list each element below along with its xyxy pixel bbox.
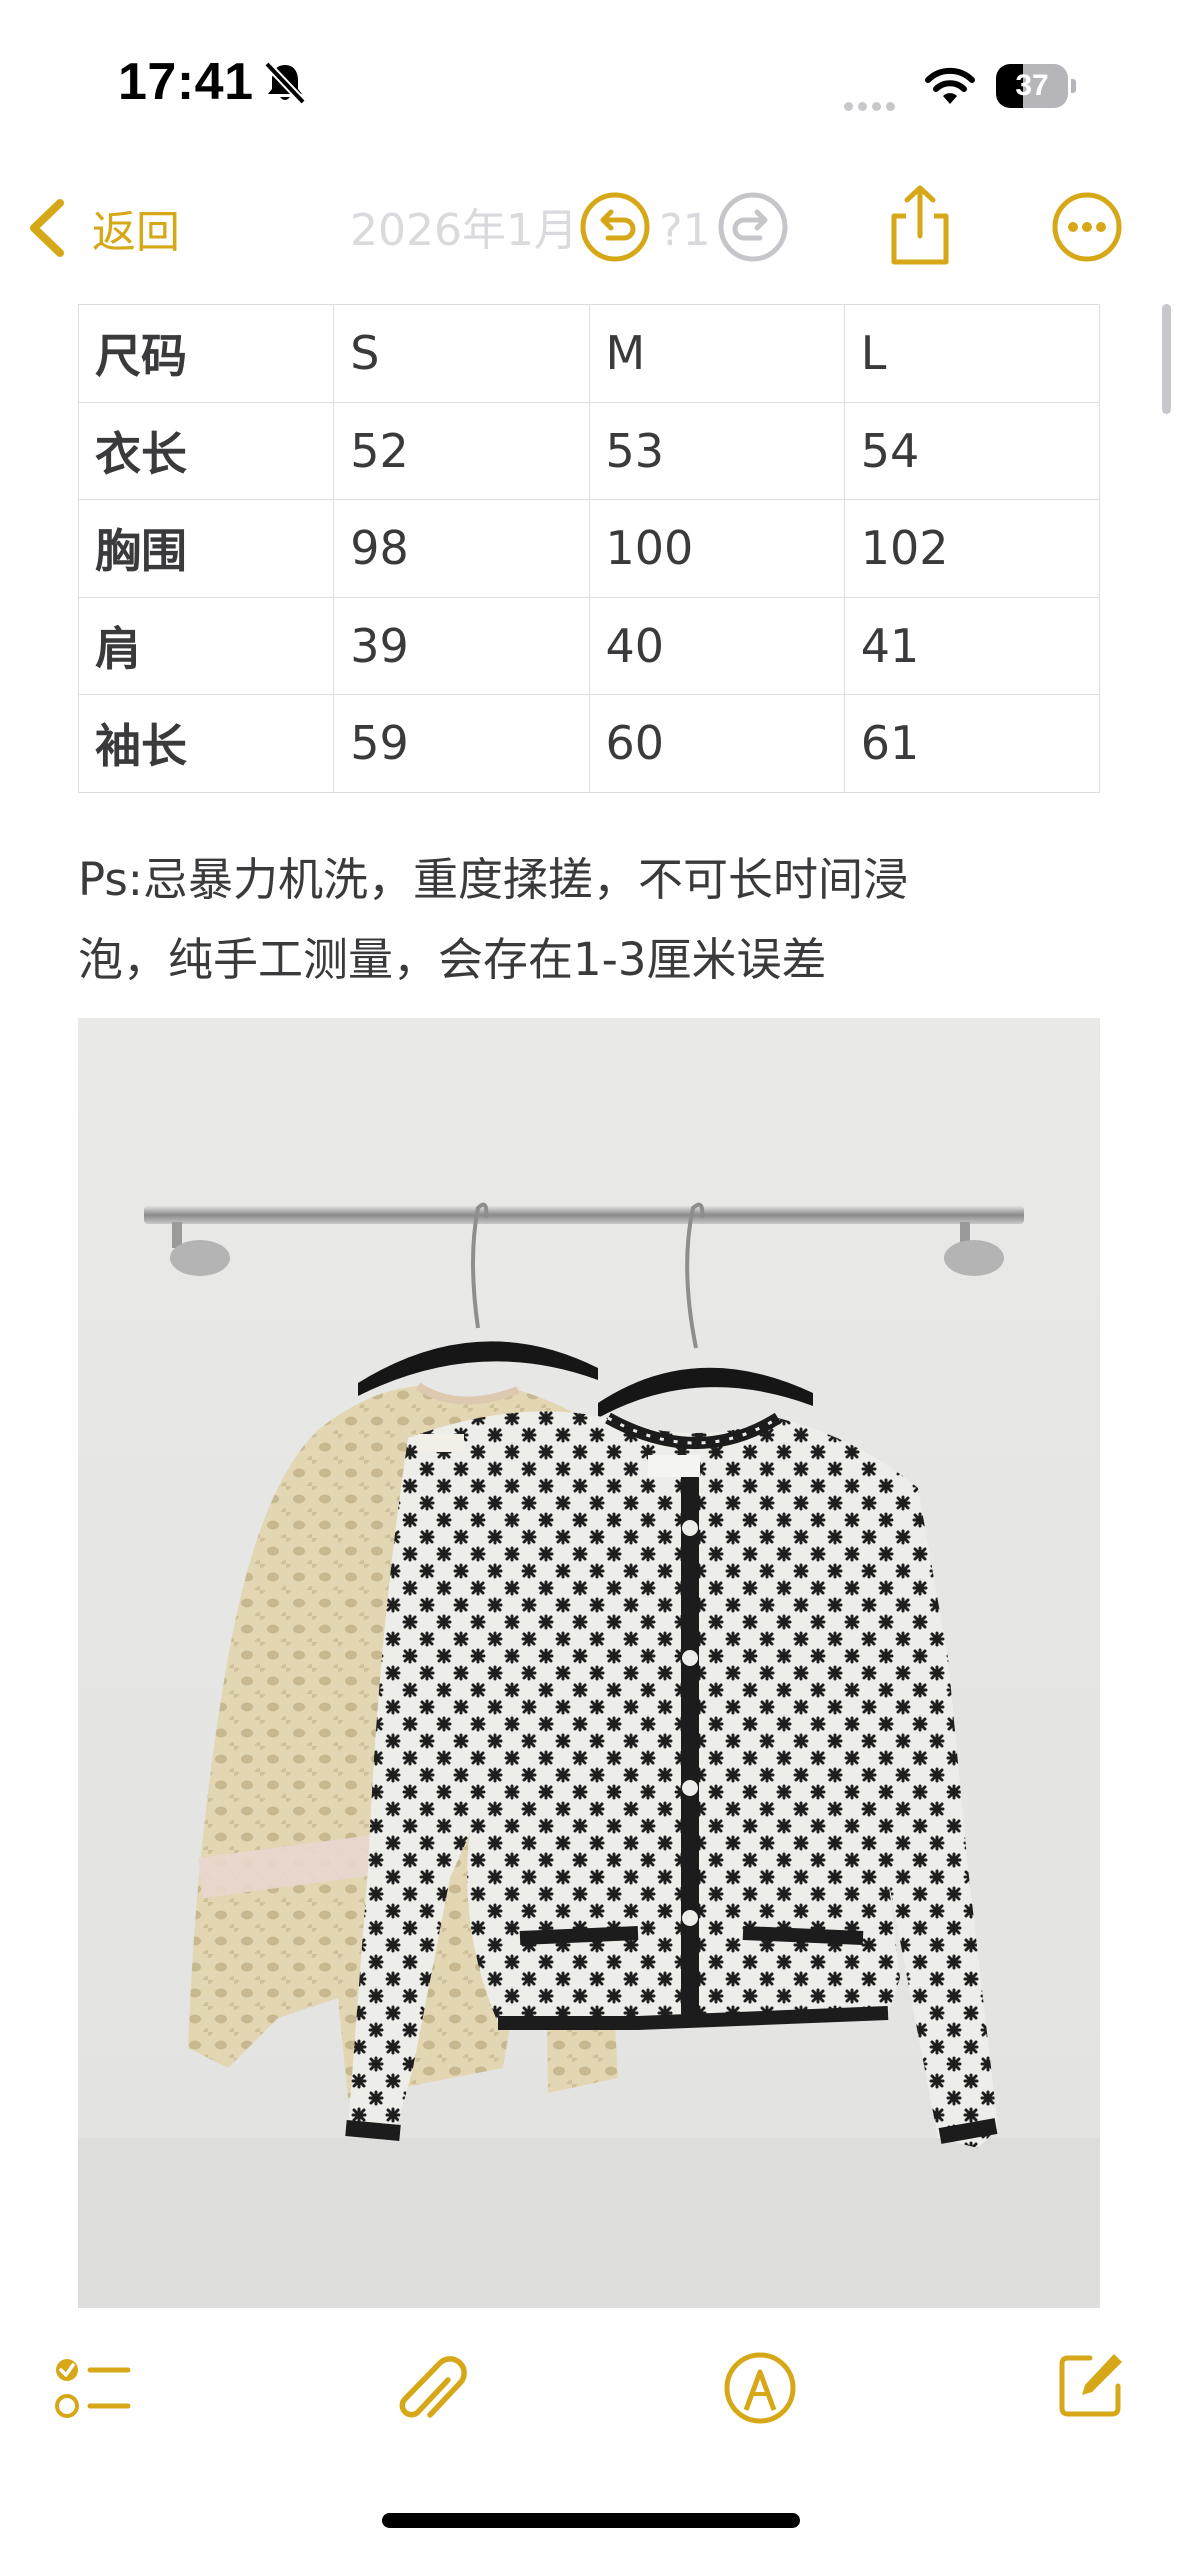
- table-cell: 102: [843, 499, 1101, 598]
- checklist-button[interactable]: [54, 2354, 132, 2424]
- checklist-icon: [55, 2359, 131, 2418]
- table-header-row: 尺码 S M L: [77, 304, 1101, 403]
- redo-button[interactable]: [716, 190, 790, 264]
- care-note: Ps:忌暴力机洗，重度揉搓，不可长时间浸 泡，纯手工测量，会存在1-3厘米误差: [78, 840, 1100, 1000]
- table-cell: 100: [588, 499, 845, 598]
- back-button[interactable]: 返回: [24, 190, 180, 266]
- table-row-label: 胸围: [77, 499, 335, 598]
- back-label: 返回: [92, 207, 180, 258]
- paperclip-icon: [399, 2356, 467, 2418]
- status-time: 17:41: [118, 53, 254, 111]
- size-chart-table: 尺码 S M L 衣长 52 53 54 胸围 98 100 102 肩 39 …: [77, 304, 1101, 793]
- more-button[interactable]: [1050, 190, 1124, 264]
- care-note-line: Ps:忌暴力机洗，重度揉搓，不可长时间浸: [78, 853, 908, 906]
- table-cell: 98: [333, 499, 590, 598]
- table-header-cell: L: [843, 304, 1101, 403]
- care-note-line: 泡，纯手工测量，会存在1-3厘米误差: [78, 933, 827, 986]
- table-cell: 40: [588, 596, 845, 695]
- more-icon: [1052, 192, 1122, 262]
- table-header-cell: M: [588, 304, 845, 403]
- compose-button[interactable]: [1056, 2350, 1126, 2420]
- table-cell: 53: [588, 401, 845, 500]
- product-photo[interactable]: [78, 1018, 1100, 2308]
- table-cell: 52: [333, 401, 590, 500]
- table-row: 肩 39 40 41: [77, 596, 1101, 695]
- battery-icon: 37: [996, 64, 1076, 108]
- table-cell: 61: [843, 694, 1101, 793]
- table-cell: 60: [588, 694, 845, 793]
- note-date-title: 2026年1月?日 ?1: [350, 205, 711, 256]
- share-icon: [891, 185, 949, 265]
- home-indicator[interactable]: [382, 2513, 800, 2528]
- table-row: 袖长 59 60 61: [77, 694, 1101, 793]
- table-row-label: 衣长: [77, 401, 335, 500]
- bell-slash-icon: [264, 61, 306, 105]
- share-button[interactable]: [882, 182, 958, 268]
- table-row-label: 袖长: [77, 694, 335, 793]
- battery-level: 37: [1015, 69, 1049, 102]
- chevron-left-icon: [30, 199, 64, 257]
- table-row: 衣长 52 53 54: [77, 401, 1101, 500]
- undo-button[interactable]: [578, 190, 652, 264]
- table-cell: 39: [333, 596, 590, 695]
- table-header-cell: 尺码: [77, 304, 335, 403]
- table-cell: 41: [843, 596, 1101, 695]
- cardigans-illustration: [78, 1018, 1100, 2308]
- table-row-label: 肩: [77, 596, 335, 695]
- cellular-dots-icon: [844, 96, 900, 115]
- markup-button[interactable]: [722, 2350, 798, 2426]
- table-cell: 54: [843, 401, 1101, 500]
- undo-icon: [580, 192, 650, 262]
- redo-icon: [718, 192, 788, 262]
- wifi-icon: [925, 67, 975, 104]
- scroll-indicator[interactable]: [1162, 304, 1171, 414]
- markup-pen-icon: [724, 2352, 796, 2424]
- table-row: 胸围 98 100 102: [77, 499, 1101, 598]
- attach-button[interactable]: [394, 2348, 474, 2428]
- table-header-cell: S: [333, 304, 590, 403]
- table-cell: 59: [333, 694, 590, 793]
- compose-icon: [1059, 2354, 1122, 2417]
